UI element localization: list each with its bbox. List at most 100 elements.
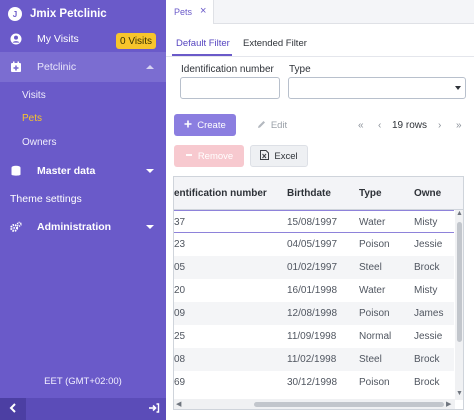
user-circle-icon xyxy=(10,33,22,45)
column-header-birthdate[interactable]: Birthdate xyxy=(287,188,331,199)
create-button[interactable]: Create xyxy=(174,114,236,136)
previous-page-button[interactable]: ‹ xyxy=(378,120,381,131)
scroll-up-icon[interactable]: ▲ xyxy=(456,210,463,217)
cell-type: Poison xyxy=(359,377,390,388)
filter-tabs-divider xyxy=(166,56,474,57)
chevron-left-icon xyxy=(9,402,17,416)
type-label: Type xyxy=(289,64,311,75)
rows-count: 19 rows xyxy=(392,120,428,131)
close-icon[interactable]: × xyxy=(200,5,206,17)
table-row[interactable]: 69 30/12/1998 Poison Brock xyxy=(174,371,454,394)
sidebar-item-my-visits[interactable]: My Visits 0 Visits xyxy=(0,28,166,50)
pencil-icon xyxy=(257,120,266,131)
sidebar-item-label: Administration xyxy=(37,221,112,233)
vertical-scrollbar[interactable]: ▲ ▼ xyxy=(455,210,463,400)
cell-type: Poison xyxy=(359,239,390,250)
table-header: entification number Birthdate Type Owne xyxy=(174,177,463,210)
cell-owner: Misty xyxy=(414,217,438,228)
excel-label: Excel xyxy=(274,150,298,162)
tab-label: Pets xyxy=(174,7,193,17)
cell-type: Steel xyxy=(359,354,382,365)
table-row[interactable]: 23 04/05/1997 Poison Jessie xyxy=(174,233,454,256)
cell-identification-number: 37 xyxy=(174,217,186,228)
sidebar-item-visits[interactable]: Visits xyxy=(22,90,46,101)
horizontal-scroll-thumb[interactable] xyxy=(254,402,444,407)
table-row[interactable]: 08 11/02/1998 Steel Brock xyxy=(174,348,454,371)
chevron-down-icon xyxy=(455,86,461,90)
database-icon xyxy=(10,165,22,177)
file-excel-icon xyxy=(260,150,270,162)
scroll-down-icon[interactable]: ▼ xyxy=(456,390,463,397)
pets-table: entification number Birthdate Type Owne … xyxy=(173,176,464,410)
app-header: J Jmix Petclinic xyxy=(0,0,166,28)
main-area: Pets × Default Filter Extended Filter Id… xyxy=(166,0,474,420)
table-row[interactable]: 09 12/08/1998 Poison James xyxy=(174,302,454,325)
tab-pets[interactable]: Pets × xyxy=(166,0,214,24)
visits-badge: 0 Visits xyxy=(116,33,157,49)
cell-birthdate: 30/12/1998 xyxy=(287,377,338,388)
logout-button[interactable] xyxy=(148,402,160,416)
horizontal-scrollbar[interactable]: ◀ ▶ xyxy=(174,399,455,409)
sidebar-item-label: Theme settings xyxy=(10,193,82,205)
app-title: Jmix Petclinic xyxy=(30,8,107,20)
table-row[interactable]: 25 11/09/1998 Normal Jessie xyxy=(174,325,454,348)
identification-number-label: Identification number xyxy=(181,64,274,75)
sidebar-item-owners[interactable]: Owners xyxy=(22,137,56,148)
edit-button[interactable]: Edit xyxy=(250,114,294,136)
cell-type: Water xyxy=(359,285,386,296)
column-header-type[interactable]: Type xyxy=(359,188,382,199)
cell-birthdate: 16/01/1998 xyxy=(287,285,338,296)
filter-tab-extended[interactable]: Extended Filter xyxy=(243,38,307,49)
tab-bar: Pets × xyxy=(166,0,474,24)
cell-identification-number: 05 xyxy=(174,262,186,273)
sidebar-item-master-data[interactable]: Master data xyxy=(0,160,166,182)
remove-button[interactable]: Remove xyxy=(174,145,244,167)
gears-icon xyxy=(10,221,22,233)
filter-tab-default[interactable]: Default Filter xyxy=(176,38,230,49)
sidebar-group-header: Petclinic xyxy=(0,52,166,82)
sidebar-item-theme-settings[interactable]: Theme settings xyxy=(0,188,166,210)
cell-birthdate: 11/09/1998 xyxy=(287,331,337,342)
first-page-button[interactable]: « xyxy=(358,120,364,131)
identification-number-input[interactable] xyxy=(180,77,280,99)
clinic-icon xyxy=(10,61,22,73)
sidebar-item-pets[interactable]: Pets xyxy=(22,113,42,124)
sidebar-group-petclinic[interactable]: Petclinic xyxy=(0,52,166,82)
table-row[interactable]: 37 15/08/1997 Water Misty xyxy=(174,210,454,233)
last-page-button[interactable]: » xyxy=(456,120,462,131)
cell-identification-number: 09 xyxy=(174,308,186,319)
cell-owner: Jessie xyxy=(414,239,443,250)
type-select[interactable] xyxy=(288,77,466,99)
sidebar-item-administration[interactable]: Administration xyxy=(0,216,166,238)
chevron-down-icon xyxy=(146,169,154,173)
app-logo: J xyxy=(8,7,22,21)
table-row[interactable]: 05 01/02/1997 Steel Brock xyxy=(174,256,454,279)
column-header-owner[interactable]: Owne xyxy=(414,188,441,199)
chevron-down-icon xyxy=(146,225,154,229)
cell-type: Steel xyxy=(359,262,382,273)
scroll-right-icon[interactable]: ▶ xyxy=(446,400,451,408)
table-row[interactable]: 20 16/01/1998 Water Misty xyxy=(174,279,454,302)
sidebar: J Jmix Petclinic My Visits 0 Visits Petc… xyxy=(0,0,166,420)
timezone-label: EET (GMT+02:00) xyxy=(44,376,122,387)
cell-identification-number: 25 xyxy=(174,331,186,342)
remove-label: Remove xyxy=(197,150,234,162)
next-page-button[interactable]: › xyxy=(438,120,441,131)
vertical-scroll-thumb[interactable] xyxy=(457,222,462,342)
cell-type: Poison xyxy=(359,308,390,319)
scroll-left-icon[interactable]: ◀ xyxy=(176,400,181,408)
cell-birthdate: 04/05/1997 xyxy=(287,239,338,250)
edit-label: Edit xyxy=(270,119,288,131)
cell-birthdate: 15/08/1997 xyxy=(287,217,338,228)
plus-icon xyxy=(184,120,192,130)
cell-identification-number: 23 xyxy=(174,239,186,250)
column-header-identification-number[interactable]: entification number xyxy=(174,188,267,199)
cell-owner: Brock xyxy=(414,354,440,365)
cell-birthdate: 12/08/1998 xyxy=(287,308,338,319)
cell-owner: James xyxy=(414,308,444,319)
excel-button[interactable]: Excel xyxy=(250,145,308,167)
cell-owner: Misty xyxy=(414,285,438,296)
cell-type: Normal xyxy=(359,331,392,342)
sidebar-item-label: My Visits xyxy=(37,33,79,45)
collapse-sidebar-button[interactable] xyxy=(0,398,26,420)
